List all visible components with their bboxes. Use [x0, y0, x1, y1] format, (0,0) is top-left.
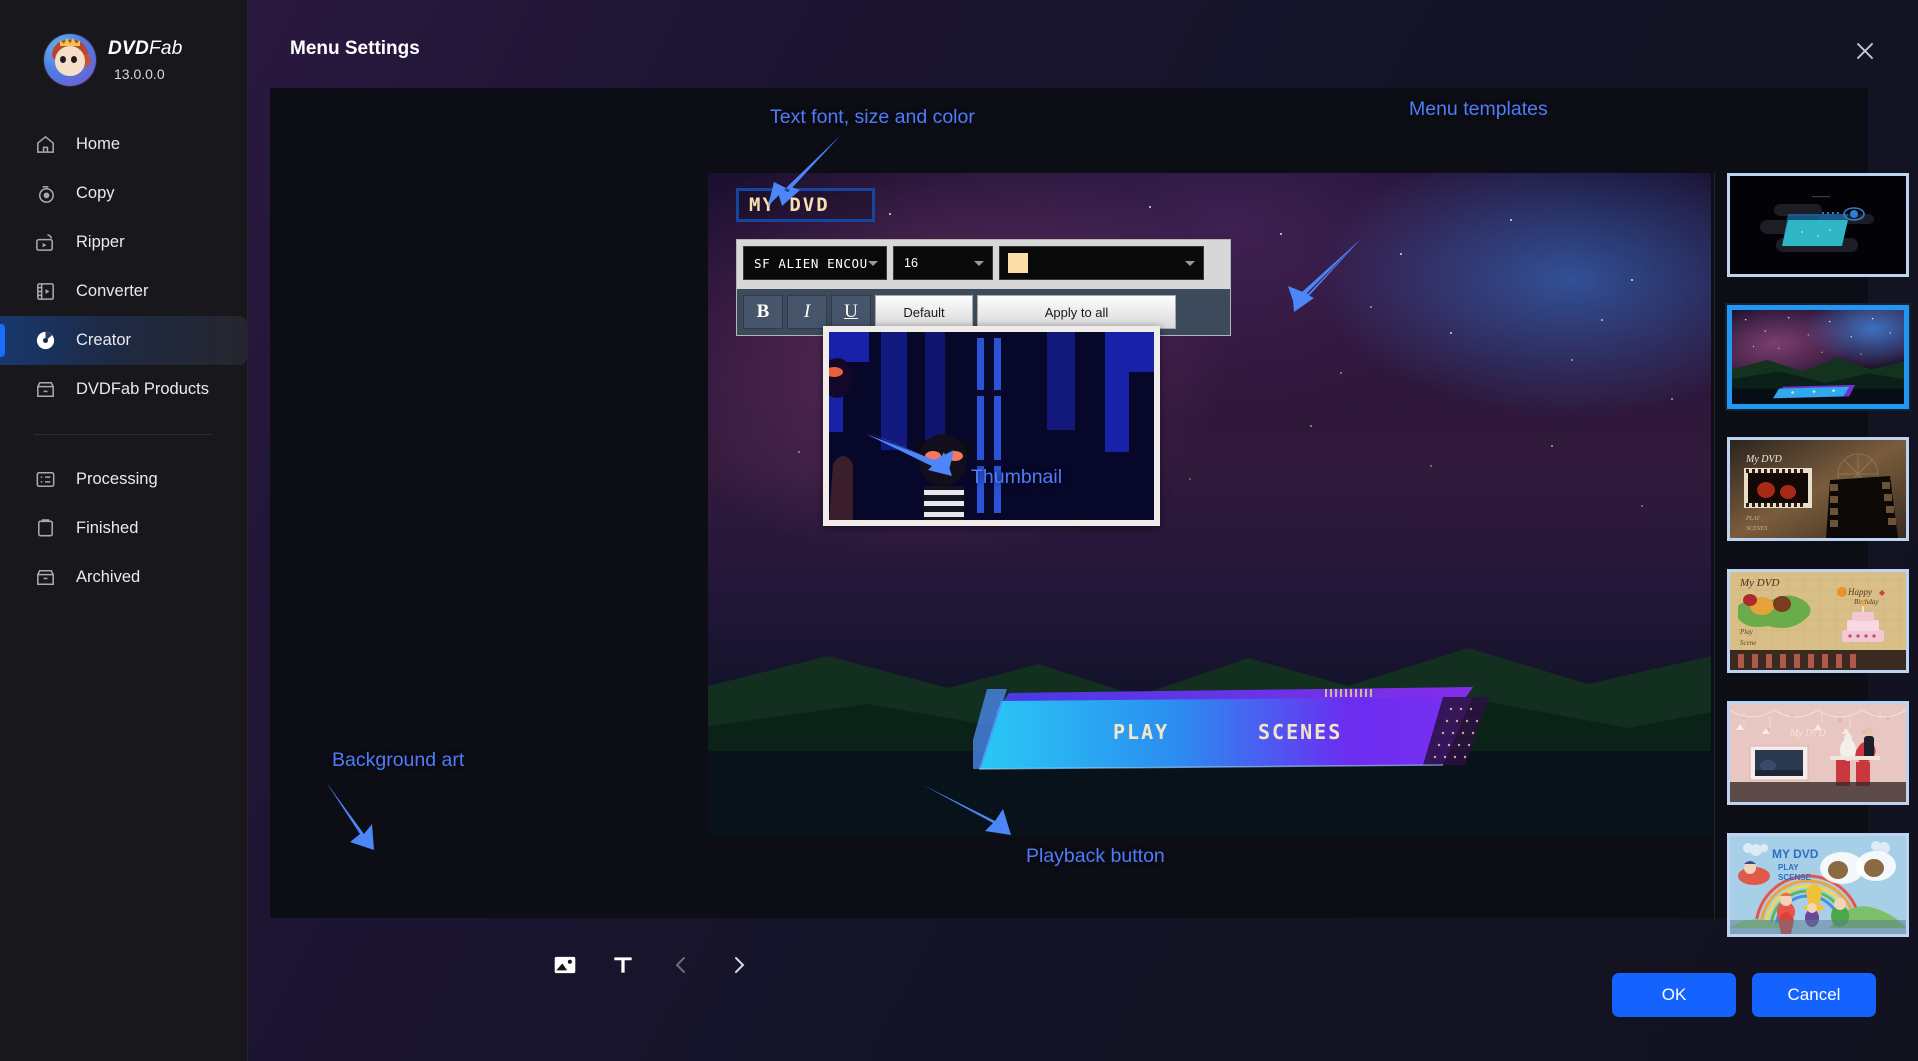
sidebar-item-label: Converter: [76, 282, 149, 300]
dialog-body: MY DVD SF ALIEN ENCOU 16 B I U Default A…: [270, 88, 1909, 974]
sidebar-item-label: Finished: [76, 519, 139, 537]
template-tech-blue[interactable]: [1727, 173, 1909, 277]
color-swatch: [1008, 253, 1028, 273]
brand-version: 13.0.0.0: [114, 66, 165, 82]
tpl4-birthday: Birthday: [1854, 598, 1879, 606]
thumbnail-frame[interactable]: [823, 326, 1160, 526]
template-film-reel[interactable]: My DVD PLAY SCENES: [1727, 437, 1909, 541]
sidebar-item-home[interactable]: Home: [0, 120, 247, 169]
tpl4-title: My DVD: [1739, 577, 1779, 589]
bold-button[interactable]: B: [743, 295, 783, 329]
tpl3-play: PLAY: [1745, 516, 1760, 522]
image-icon: [554, 956, 576, 974]
sidebar-item-creator[interactable]: Creator: [0, 316, 247, 365]
template-happy-birthday[interactable]: Happy Birthday My DVD Play Scene: [1727, 569, 1909, 673]
font-size-select[interactable]: 16: [893, 246, 993, 280]
dialog-title: Menu Settings: [290, 38, 420, 59]
menu-preview-canvas[interactable]: MY DVD SF ALIEN ENCOU 16 B I U Default A…: [708, 173, 1711, 836]
sidebar-item-ripper[interactable]: Ripper: [0, 218, 247, 267]
sidebar-item-label: Copy: [76, 184, 115, 202]
annotation-background-art: Background art: [332, 749, 465, 771]
tpl3-scenes: SCENES: [1746, 526, 1767, 532]
arrow-to-background-art: [326, 782, 374, 850]
underline-button[interactable]: U: [831, 295, 871, 329]
sidebar-item-label: Archived: [76, 568, 141, 586]
text-tool[interactable]: [608, 950, 638, 980]
tpl6-scense: SCENSE: [1778, 873, 1812, 882]
cancel-button[interactable]: Cancel: [1752, 973, 1876, 1017]
tpl4-scene: Scene: [1740, 639, 1756, 647]
chevron-right-icon: [735, 957, 745, 973]
sidebar-item-label: Processing: [76, 470, 158, 488]
sidebar-divider: [34, 434, 213, 435]
tpl3-title: My DVD: [1745, 454, 1783, 465]
apply-to-all-button[interactable]: Apply to all: [977, 295, 1176, 329]
home-icon: [37, 135, 54, 153]
chevron-down-icon: [1185, 261, 1195, 266]
dvd-title-field[interactable]: MY DVD: [736, 188, 875, 222]
sidebar-item-dvdfab-products[interactable]: DVDFab Products: [0, 365, 247, 414]
sidebar-item-label: DVDFab Products: [76, 380, 209, 398]
creator-disc-icon: [36, 331, 55, 350]
dvd-title-text: MY DVD: [749, 194, 830, 216]
annotation-playback-button: Playback button: [1026, 845, 1165, 867]
font-toolbar: SF ALIEN ENCOU 16 B I U Default Apply to…: [736, 239, 1231, 336]
sidebar-item-finished[interactable]: Finished: [0, 504, 247, 553]
play-label: PLAY: [1113, 720, 1170, 744]
sidebar-item-archived[interactable]: Archived: [0, 553, 247, 602]
annotation-text-font: Text font, size and color: [770, 106, 975, 128]
chevron-left-icon: [675, 957, 685, 973]
next-page-button[interactable]: [724, 950, 754, 980]
template-starry-night[interactable]: [1727, 305, 1909, 409]
background-image-tool[interactable]: [550, 950, 580, 980]
sidebar: DVDFab 13.0.0.0 Home Copy Ripper Convert…: [0, 0, 248, 1061]
sidebar-item-processing[interactable]: Processing: [0, 455, 247, 504]
preview-toolbar: [550, 950, 754, 980]
processing-list-icon: [36, 472, 55, 487]
default-button[interactable]: Default: [875, 295, 973, 329]
tpl4-play: Play: [1739, 628, 1754, 636]
tpl6-play: PLAY: [1778, 863, 1799, 872]
converter-film-icon: [37, 283, 54, 300]
monkey-logo-icon: [44, 34, 96, 86]
playback-button[interactable]: PLAY SCENES: [973, 673, 1493, 783]
prev-page-button[interactable]: [666, 950, 696, 980]
close-icon[interactable]: [1852, 38, 1878, 64]
thumbnail-image: [829, 332, 1154, 520]
sidebar-item-converter[interactable]: Converter: [0, 267, 247, 316]
font-family-select[interactable]: SF ALIEN ENCOU: [743, 246, 887, 280]
chevron-down-icon: [868, 261, 878, 266]
font-family-value: SF ALIEN ENCOU: [754, 255, 868, 271]
finished-clipboard-icon: [38, 519, 53, 537]
annotation-menu-templates: Menu templates: [1409, 98, 1548, 120]
copy-disc-icon: [38, 186, 54, 203]
text-icon: [614, 957, 632, 973]
tpl4-happy: Happy: [1847, 587, 1872, 597]
products-box-icon: [37, 382, 54, 397]
sidebar-nav: Home Copy Ripper Converter Creator DVDFa…: [0, 120, 247, 602]
ok-button[interactable]: OK: [1612, 973, 1736, 1017]
dvdfab-window: DVDFab 13.0.0.0 Home Copy Ripper Convert…: [0, 0, 1918, 1061]
italic-button[interactable]: I: [787, 295, 827, 329]
template-kids-rainbow[interactable]: MY DVD PLAY SCENSE: [1727, 833, 1909, 937]
chevron-down-icon: [974, 261, 984, 266]
font-size-value: 16: [904, 256, 918, 270]
scenes-label: SCENES: [1258, 720, 1343, 744]
sidebar-item-copy[interactable]: Copy: [0, 169, 247, 218]
font-color-select[interactable]: [999, 246, 1204, 280]
menu-templates-panel: My DVD PLAY SCENES Happy Birthday My DVD…: [1714, 173, 1916, 937]
ripper-icon: [36, 234, 53, 251]
dialog-footer: OK Cancel: [1612, 973, 1876, 1017]
menu-settings-dialog: Menu Settings MY DVD SF ALIEN ENCOU 16 B…: [248, 0, 1918, 1061]
brand: DVDFab 13.0.0.0: [0, 0, 247, 86]
tpl5-title: My DVD: [1789, 728, 1827, 739]
archived-box-icon: [37, 570, 54, 585]
template-wedding-love[interactable]: My DVD: [1727, 701, 1909, 805]
brand-name: DVDFab: [108, 38, 183, 59]
sidebar-item-label: Home: [76, 135, 121, 153]
sidebar-item-label: Ripper: [76, 233, 125, 251]
sidebar-item-label: Creator: [76, 331, 132, 349]
tpl6-title: MY DVD: [1772, 847, 1819, 861]
